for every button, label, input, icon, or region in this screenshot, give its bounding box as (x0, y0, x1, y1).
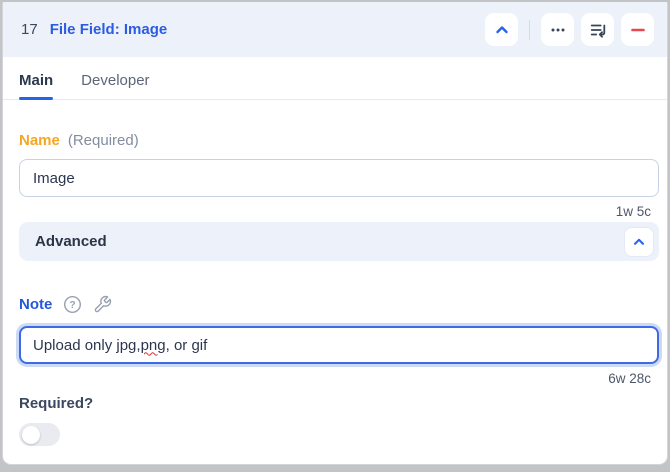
panel-header: 17 File Field: Image (3, 2, 667, 57)
wrench-icon[interactable] (93, 295, 112, 314)
settings-tabbar: Main Developer (3, 57, 667, 100)
panel-header-title-group: 17 File Field: Image (21, 21, 167, 38)
remove-field-button[interactable] (621, 13, 654, 46)
header-divider (529, 19, 530, 40)
chevron-up-icon (632, 235, 646, 249)
required-toggle[interactable] (19, 423, 60, 446)
minus-icon (630, 22, 646, 38)
list-return-icon (589, 21, 607, 39)
name-required-note: (Required) (67, 132, 139, 149)
name-label-row: Name (Required) (19, 132, 651, 149)
insert-field-after-button[interactable] (581, 13, 614, 46)
tab-main[interactable]: Main (19, 57, 54, 100)
note-text-after: , or gif (165, 336, 208, 354)
name-input[interactable]: Image (19, 159, 659, 197)
collapse-panel-button[interactable] (485, 13, 518, 46)
note-text-misspelled: png (140, 336, 166, 354)
svg-text:?: ? (70, 300, 76, 311)
name-label: Name (19, 132, 60, 149)
panel-title: File Field: Image (49, 21, 168, 38)
advanced-section-header[interactable]: Advanced (19, 222, 659, 261)
note-label-row: Note ? (19, 295, 651, 314)
name-word-char-counter: 1w 5c (615, 204, 651, 219)
note-text-before: Upload only jpg, (33, 336, 141, 354)
required-label: Required? (19, 395, 94, 412)
note-word-char-counter: 6w 28c (608, 371, 651, 386)
advanced-collapse-button[interactable] (624, 226, 654, 257)
note-label: Note (19, 296, 53, 313)
advanced-section-label: Advanced (35, 233, 107, 250)
field-index: 17 (21, 21, 38, 38)
panel-header-actions (485, 13, 654, 46)
help-circle-icon[interactable]: ? (63, 295, 82, 314)
tab-developer[interactable]: Developer (81, 57, 149, 99)
note-input[interactable]: Upload only jpg, png, or gif (19, 326, 659, 364)
chevron-up-icon (494, 22, 510, 38)
field-settings-panel: 17 File Field: Image Main Developer Name… (2, 2, 668, 465)
toggle-knob (21, 425, 40, 444)
more-options-button[interactable] (541, 13, 574, 46)
settings-content: Name (Required) Image 1w 5c Advanced Not… (3, 100, 667, 446)
ellipsis-icon (549, 21, 567, 39)
